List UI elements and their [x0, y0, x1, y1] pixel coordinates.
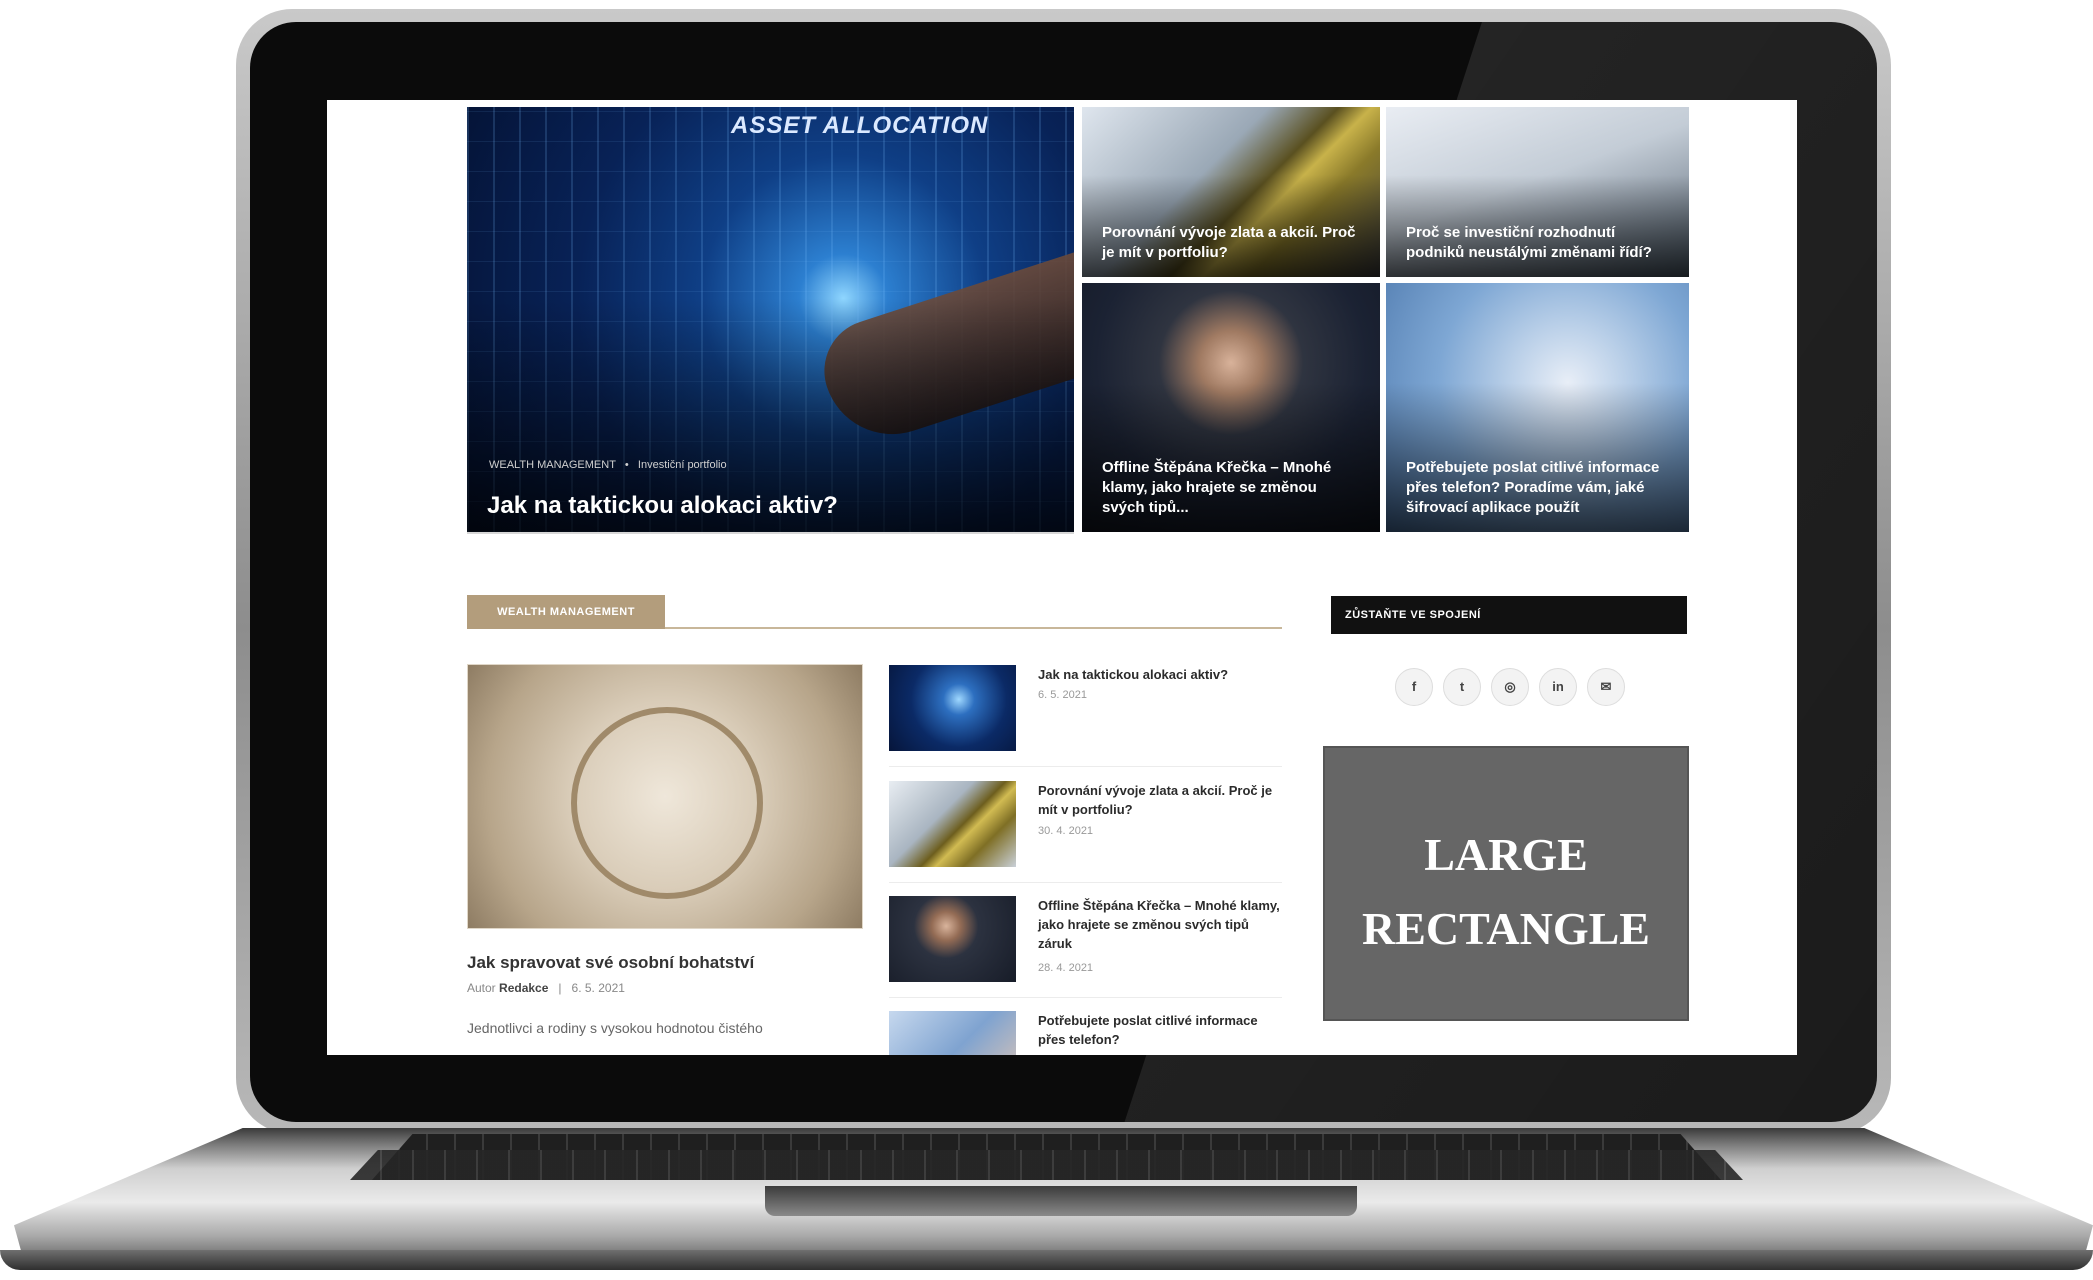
- hero-crumb-subcategory[interactable]: Investiční portfolio: [638, 459, 727, 471]
- tile-title[interactable]: Proč se investiční rozhodnutí podniků ne…: [1406, 223, 1671, 263]
- featured-date: 6. 5. 2021: [571, 981, 625, 995]
- list-thumbnail[interactable]: [889, 665, 1016, 751]
- tile-title[interactable]: Offline Štěpána Křečka – Mnohé klamy, ja…: [1102, 458, 1362, 518]
- list-item-date: 30. 4. 2021: [1038, 825, 1094, 837]
- tile-article-phone[interactable]: Potřebujete poslat citlivé informace pře…: [1386, 283, 1689, 532]
- hero-crumb-category[interactable]: WEALTH MANAGEMENT: [489, 459, 616, 471]
- tile-article-offline[interactable]: Offline Štěpána Křečka – Mnohé klamy, ja…: [1082, 283, 1380, 532]
- instagram-icon[interactable]: ◎: [1491, 668, 1529, 706]
- laptop-trackpad: [765, 1186, 1357, 1216]
- ad-label-line2: RECTANGLE: [1362, 903, 1650, 954]
- hero-title[interactable]: Jak na taktickou alokaci aktiv?: [487, 492, 838, 520]
- laptop-keyboard-row: [350, 1150, 1743, 1180]
- browser-viewport: ASSET ALLOCATION WEALTH MANAGEMENT • Inv…: [327, 100, 1797, 1055]
- laptop-base-lip: [0, 1250, 2093, 1270]
- hero-image-text: ASSET ALLOCATION: [731, 112, 989, 139]
- featured-article-meta: Autor Redakce | 6. 5. 2021: [467, 981, 625, 995]
- list-item-title[interactable]: Jak na taktickou alokaci aktiv?: [1038, 665, 1282, 684]
- section-divider: [665, 627, 1282, 629]
- hero-article[interactable]: ASSET ALLOCATION WEALTH MANAGEMENT • Inv…: [467, 107, 1074, 534]
- list-divider: [889, 997, 1282, 998]
- tile-title[interactable]: Porovnání vývoje zlata a akcií. Proč je …: [1102, 223, 1362, 263]
- sidebar-heading: ZŮSTAŇTE VE SPOJENÍ: [1331, 596, 1687, 634]
- list-item-title[interactable]: Offline Štěpána Křečka – Mnohé klamy, ja…: [1038, 896, 1282, 953]
- tile-article-gold[interactable]: Porovnání vývoje zlata a akcií. Proč je …: [1082, 107, 1380, 277]
- author-prefix: Autor: [467, 981, 496, 995]
- list-divider: [889, 882, 1282, 883]
- list-item-title[interactable]: Potřebujete poslat citlivé informace pře…: [1038, 1011, 1282, 1049]
- hero-breadcrumb: WEALTH MANAGEMENT • Investiční portfolio: [489, 459, 727, 471]
- list-thumbnail[interactable]: [889, 896, 1016, 982]
- featured-article-excerpt: Jednotlivci a rodiny s vysokou hodnotou …: [467, 1020, 763, 1036]
- twitter-icon[interactable]: t: [1443, 668, 1481, 706]
- featured-diagram-ring: [571, 707, 763, 899]
- tile-title[interactable]: Potřebujete poslat citlivé informace pře…: [1406, 458, 1671, 518]
- featured-article-image[interactable]: [467, 664, 863, 929]
- ad-label-line1: LARGE: [1424, 829, 1588, 880]
- list-thumbnail[interactable]: [889, 1011, 1016, 1055]
- email-icon[interactable]: ✉: [1587, 668, 1625, 706]
- list-item-date: 28. 4. 2021: [1038, 962, 1094, 974]
- list-item-date: 6. 5. 2021: [1038, 689, 1087, 701]
- list-item-title[interactable]: Porovnání vývoje zlata a akcií. Proč je …: [1038, 781, 1282, 819]
- hero-crumb-separator: •: [624, 459, 629, 471]
- list-thumbnail[interactable]: [889, 781, 1016, 867]
- featured-article-title[interactable]: Jak spravovat své osobní bohatství: [467, 953, 754, 973]
- linkedin-icon[interactable]: in: [1539, 668, 1577, 706]
- list-divider: [889, 766, 1282, 767]
- section-label-wealth-management[interactable]: WEALTH MANAGEMENT: [467, 595, 665, 629]
- facebook-icon[interactable]: f: [1395, 668, 1433, 706]
- ad-label: LARGE RECTANGLE: [1325, 818, 1687, 966]
- ad-placeholder-large-rectangle[interactable]: LARGE RECTANGLE: [1323, 746, 1689, 1021]
- tile-article-meeting[interactable]: Proč se investiční rozhodnutí podniků ne…: [1386, 107, 1689, 277]
- author-link[interactable]: Redakce: [499, 981, 548, 995]
